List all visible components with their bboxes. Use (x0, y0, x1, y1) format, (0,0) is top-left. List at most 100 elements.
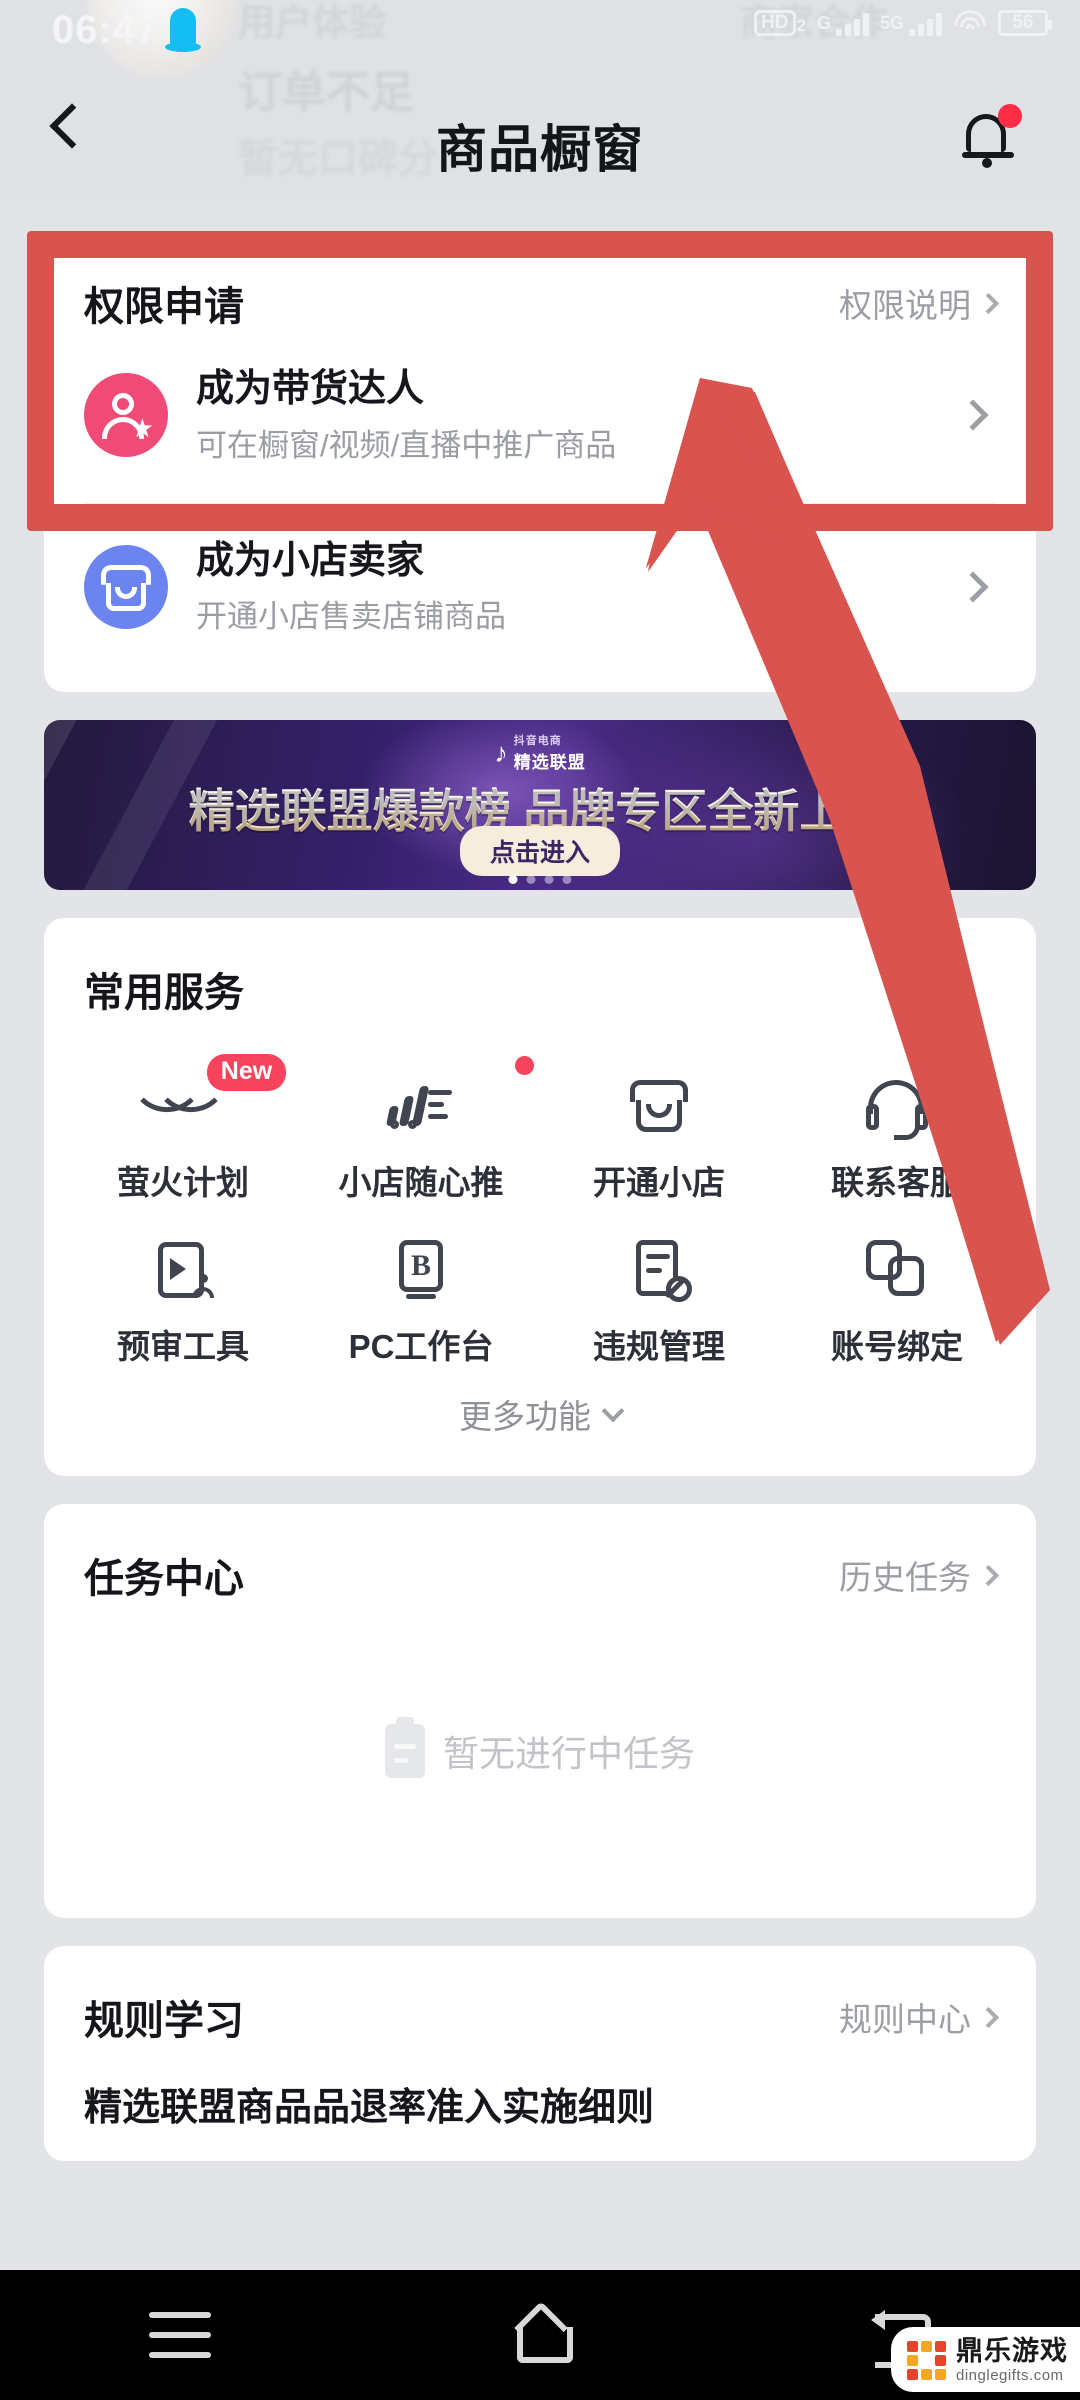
sim2-network-label: 5G (879, 13, 904, 33)
history-tasks-link[interactable]: 历史任务 (839, 1551, 1000, 1599)
status-bar: 06:47 HD 2 G 5G 56 (0, 0, 1080, 60)
app-header: 商品橱窗 (0, 60, 1080, 200)
permission-card-header: 权限申请 权限说明 (44, 232, 1036, 332)
battery-level: 56 (1012, 12, 1034, 33)
rules-header: 规则学习 规则中心 (44, 1946, 1036, 2046)
service-label: 账号绑定 (831, 1328, 963, 1365)
permission-row-seller[interactable]: 成为小店卖家 开通小店售卖店铺商品 (44, 504, 1036, 675)
violation-doc-icon (622, 1232, 696, 1306)
qq-penguin-icon (165, 8, 201, 52)
more-functions-label: 更多功能 (459, 1398, 591, 1435)
service-item-firefly-plan[interactable]: New 萤火计划 (64, 1046, 302, 1210)
hd-sub-label: 2 (796, 16, 806, 35)
rules-center-link[interactable]: 规则中心 (839, 1993, 1000, 2041)
service-label: PC工作台 (348, 1328, 494, 1365)
permission-explain-link[interactable]: 权限说明 (839, 279, 1000, 327)
service-label: 联系客服 (831, 1164, 963, 1201)
permission-row-talent[interactable]: ★ 成为带货达人 可在橱窗/视频/直播中推广商品 (44, 332, 1036, 503)
watermark-name-en: dinglegifts.com (956, 2367, 1064, 2385)
chevron-right-icon (977, 2006, 1000, 2028)
sim1-network-label: G (816, 13, 831, 33)
notification-badge-dot (998, 104, 1022, 128)
permission-row-talent-desc: 可在橱窗/视频/直播中推广商品 (196, 427, 617, 463)
signal-bar (918, 24, 924, 36)
rules-card: 规则学习 规则中心 精选联盟商品品退率准入实施细则 (44, 1946, 1036, 2161)
rules-title: 规则学习 (84, 1999, 244, 2043)
signal-bar (835, 29, 842, 36)
signal-bar (853, 19, 860, 36)
alliance-logo: ♪ 抖音电商 精选联盟 (494, 732, 586, 773)
task-empty-text: 暂无进行中任务 (442, 1733, 695, 1774)
rules-center-label: 规则中心 (839, 2001, 971, 2038)
clipboard-empty-icon (384, 1717, 425, 1778)
brand-small-label: 抖音电商 (513, 735, 562, 747)
watermark-logo-icon (907, 2340, 946, 2380)
signal-bar (927, 19, 933, 36)
permission-row-seller-desc: 开通小店售卖店铺商品 (196, 599, 506, 634)
service-item-pc-workbench[interactable]: B PC工作台 (302, 1210, 540, 1374)
chevron-down-icon (601, 1399, 625, 1423)
history-tasks-label: 历史任务 (839, 1559, 971, 1596)
chevron-right-icon (957, 571, 989, 603)
service-item-customer-service[interactable]: 联系客服 (778, 1046, 1016, 1210)
person-star-icon: ★ (84, 373, 168, 458)
service-item-prereview-tool[interactable]: 预审工具 (64, 1210, 302, 1374)
service-item-open-shop[interactable]: 开通小店 (540, 1046, 778, 1210)
permission-row-seller-texts: 成为小店卖家 开通小店售卖店铺商品 (196, 538, 962, 637)
banner-dots (508, 875, 572, 884)
home-icon[interactable] (509, 2307, 573, 2363)
pc-workbench-icon: B (384, 1232, 458, 1306)
services-grid: New 萤火计划 小店随心推 开通小店 联系客服 预审工具 B PC工作台 违规… (44, 1018, 1036, 1374)
signal-bars-icon-sim1: G (817, 13, 869, 36)
more-functions-button[interactable]: 更多功能 (44, 1374, 1036, 1476)
watermark-name-cn: 鼎乐游戏 (956, 2335, 1068, 2366)
promo-banner[interactable]: ♪ 抖音电商 精选联盟 精选联盟爆款榜 品牌专区全新上线 点击进入 (44, 720, 1036, 890)
banner-enter-button[interactable]: 点击进入 (459, 826, 621, 876)
rule-list-item[interactable]: 精选联盟商品品退率准入实施细则 (44, 2046, 1036, 2131)
permission-card-title: 权限申请 (84, 285, 244, 329)
task-empty-state: 暂无进行中任务 (44, 1604, 1036, 1918)
service-item-violation-mgmt[interactable]: 违规管理 (540, 1210, 778, 1374)
permission-explain-label: 权限说明 (839, 287, 971, 324)
shop-outline-icon (622, 1068, 696, 1142)
red-dot-badge (515, 1056, 534, 1075)
permission-row-talent-texts: 成为带货达人 可在橱窗/视频/直播中推广商品 (196, 366, 962, 465)
service-item-account-binding[interactable]: 账号绑定 (778, 1210, 1016, 1374)
status-time: 06:47 (52, 8, 160, 52)
service-label: 预审工具 (117, 1328, 249, 1365)
promote-chart-icon (384, 1068, 458, 1142)
signal-bar (844, 24, 851, 36)
status-icons: HD 2 G 5G 56 (754, 10, 1052, 36)
services-title: 常用服务 (84, 971, 244, 1015)
hd-voice-icon: HD 2 (754, 10, 806, 36)
chevron-right-icon (977, 1564, 1000, 1586)
shop-icon (84, 544, 168, 629)
video-review-icon (146, 1232, 220, 1306)
page-title: 商品橱窗 (435, 121, 644, 178)
menu-icon[interactable] (149, 2312, 211, 2358)
signal-bar (936, 13, 942, 36)
task-center-header: 任务中心 历史任务 (44, 1504, 1036, 1604)
task-center-card: 任务中心 历史任务 暂无进行中任务 (44, 1504, 1036, 1918)
wifi-icon (953, 10, 987, 36)
battery-icon: 56 (998, 10, 1052, 36)
service-label: 萤火计划 (117, 1164, 249, 1201)
phone-screen: 用户体验 商家合作 订单不足 暂无口碑分 › 06:47 HD 2 G 5G 5… (0, 0, 1080, 2400)
services-card: 常用服务 New 萤火计划 小店随心推 开通小店 联系客服 预审工具 B PC工… (44, 918, 1036, 1476)
permission-card: 权限申请 权限说明 ★ 成为带货达人 可在橱窗/视频/直播中推广商品 成为小店卖… (44, 232, 1036, 692)
notification-bell-icon[interactable] (958, 104, 1022, 170)
signal-bar (862, 13, 869, 36)
main-content: 权限申请 权限说明 ★ 成为带货达人 可在橱窗/视频/直播中推广商品 成为小店卖… (0, 200, 1080, 2300)
task-center-title: 任务中心 (84, 1557, 244, 1601)
site-watermark: 鼎乐游戏 dinglegifts.com (891, 2326, 1080, 2392)
service-label: 小店随心推 (338, 1164, 504, 1201)
chevron-right-icon (957, 399, 989, 431)
signal-bar (909, 29, 915, 36)
signal-bars-icon-sim2: 5G (880, 13, 942, 36)
link-accounts-icon (860, 1232, 934, 1306)
brand-big-label: 精选联盟 (513, 753, 586, 772)
permission-row-seller-title: 成为小店卖家 (196, 539, 425, 582)
service-item-shop-promote[interactable]: 小店随心推 (302, 1046, 540, 1210)
hd-label: HD (754, 10, 796, 36)
service-label: 开通小店 (593, 1164, 725, 1201)
